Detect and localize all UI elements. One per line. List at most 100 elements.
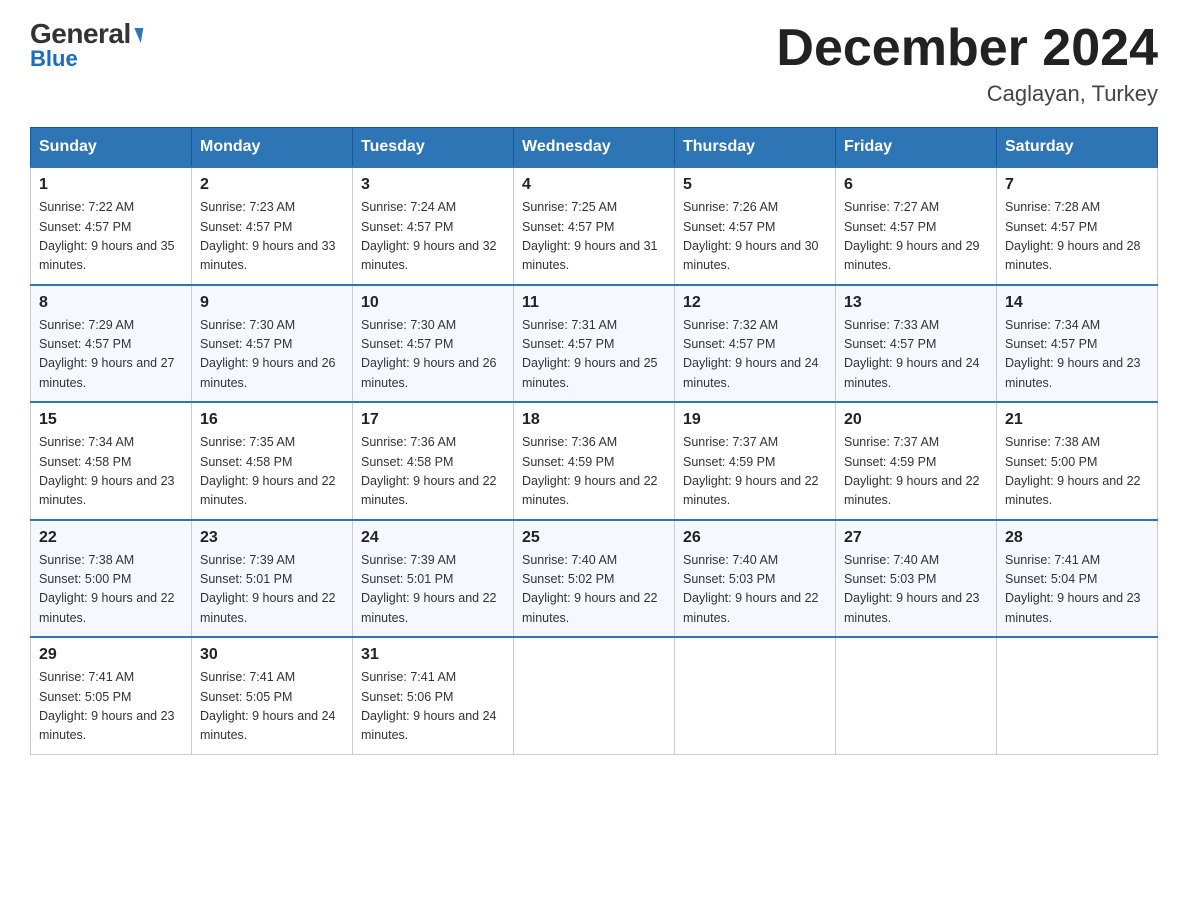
day-number: 12 bbox=[683, 294, 827, 312]
table-row: 10 Sunrise: 7:30 AMSunset: 4:57 PMDayligh… bbox=[353, 285, 514, 403]
location-text: Caglayan, Turkey bbox=[776, 81, 1158, 107]
logo-blue-text: Blue bbox=[30, 46, 78, 72]
col-tuesday: Tuesday bbox=[353, 128, 514, 168]
day-number: 22 bbox=[39, 529, 183, 547]
table-row: 3 Sunrise: 7:24 AMSunset: 4:57 PMDaylight… bbox=[353, 167, 514, 285]
calendar-week-2: 8Sunrise: 7:29 AMSunset: 4:57 PMDaylight… bbox=[31, 285, 1158, 403]
table-row: 11 Sunrise: 7:31 AMSunset: 4:57 PMDayligh… bbox=[514, 285, 675, 403]
day-number: 17 bbox=[361, 411, 505, 429]
table-row: 22 Sunrise: 7:38 AMSunset: 5:00 PMDayligh… bbox=[31, 520, 192, 638]
table-row: 2Sunrise: 7:23 AMSunset: 4:57 PMDaylight… bbox=[192, 167, 353, 285]
day-info: Sunrise: 7:34 AMSunset: 4:57 PMDaylight:… bbox=[1005, 316, 1149, 394]
table-row: 6Sunrise: 7:27 AMSunset: 4:57 PMDaylight… bbox=[836, 167, 997, 285]
day-number: 20 bbox=[844, 411, 988, 429]
day-number: 28 bbox=[1005, 529, 1149, 547]
day-info: Sunrise: 7:39 AMSunset: 5:01 PMDaylight:… bbox=[361, 551, 505, 629]
calendar-table: Sunday Monday Tuesday Wednesday Thursday… bbox=[30, 127, 1158, 755]
day-number: 19 bbox=[683, 411, 827, 429]
day-info: Sunrise: 7:41 AMSunset: 5:06 PMDaylight:… bbox=[361, 668, 505, 746]
day-info: Sunrise: 7:37 AMSunset: 4:59 PMDaylight:… bbox=[683, 433, 827, 511]
day-number: 31 bbox=[361, 646, 505, 664]
page-header: General Blue December 2024 Caglayan, Tur… bbox=[30, 20, 1158, 107]
table-row: 17 Sunrise: 7:36 AMSunset: 4:58 PMDayligh… bbox=[353, 402, 514, 520]
col-sunday: Sunday bbox=[31, 128, 192, 168]
table-row: 1 Sunrise: 7:22 AMSunset: 4:57 PMDaylight… bbox=[31, 167, 192, 285]
table-row: 30Sunrise: 7:41 AMSunset: 5:05 PMDayligh… bbox=[192, 637, 353, 754]
day-number: 21 bbox=[1005, 411, 1149, 429]
day-number: 26 bbox=[683, 529, 827, 547]
table-row bbox=[514, 637, 675, 754]
col-friday: Friday bbox=[836, 128, 997, 168]
day-info: Sunrise: 7:36 AMSunset: 4:59 PMDaylight:… bbox=[522, 433, 666, 511]
table-row: 27 Sunrise: 7:40 AMSunset: 5:03 PMDayligh… bbox=[836, 520, 997, 638]
table-row: 23 Sunrise: 7:39 AMSunset: 5:01 PMDayligh… bbox=[192, 520, 353, 638]
day-info: Sunrise: 7:36 AMSunset: 4:58 PMDaylight:… bbox=[361, 433, 505, 511]
day-info: Sunrise: 7:35 AMSunset: 4:58 PMDaylight:… bbox=[200, 433, 344, 511]
table-row: 5Sunrise: 7:26 AMSunset: 4:57 PMDaylight… bbox=[675, 167, 836, 285]
day-info: Sunrise: 7:40 AMSunset: 5:02 PMDaylight:… bbox=[522, 551, 666, 629]
table-row: 29 Sunrise: 7:41 AMSunset: 5:05 PMDayligh… bbox=[31, 637, 192, 754]
day-number: 23 bbox=[200, 529, 344, 547]
table-row: 16 Sunrise: 7:35 AMSunset: 4:58 PMDayligh… bbox=[192, 402, 353, 520]
col-wednesday: Wednesday bbox=[514, 128, 675, 168]
table-row bbox=[675, 637, 836, 754]
table-row: 25 Sunrise: 7:40 AMSunset: 5:02 PMDayligh… bbox=[514, 520, 675, 638]
day-number: 3 bbox=[361, 176, 505, 194]
logo: General Blue bbox=[30, 20, 142, 72]
day-number: 16 bbox=[200, 411, 344, 429]
table-row: 18 Sunrise: 7:36 AMSunset: 4:59 PMDayligh… bbox=[514, 402, 675, 520]
table-row: 26Sunrise: 7:40 AMSunset: 5:03 PMDayligh… bbox=[675, 520, 836, 638]
table-row: 28 Sunrise: 7:41 AMSunset: 5:04 PMDayligh… bbox=[997, 520, 1158, 638]
day-info: Sunrise: 7:30 AMSunset: 4:57 PMDaylight:… bbox=[200, 316, 344, 394]
table-row bbox=[997, 637, 1158, 754]
day-info: Sunrise: 7:28 AMSunset: 4:57 PMDaylight:… bbox=[1005, 198, 1149, 276]
table-row: 4 Sunrise: 7:25 AMSunset: 4:57 PMDaylight… bbox=[514, 167, 675, 285]
table-row: 13Sunrise: 7:33 AMSunset: 4:57 PMDayligh… bbox=[836, 285, 997, 403]
logo-general-text: General bbox=[30, 20, 142, 48]
table-row: 14 Sunrise: 7:34 AMSunset: 4:57 PMDayligh… bbox=[997, 285, 1158, 403]
table-row: 7 Sunrise: 7:28 AMSunset: 4:57 PMDaylight… bbox=[997, 167, 1158, 285]
day-info: Sunrise: 7:22 AMSunset: 4:57 PMDaylight:… bbox=[39, 198, 183, 276]
table-row: 12 Sunrise: 7:32 AMSunset: 4:57 PMDayligh… bbox=[675, 285, 836, 403]
day-number: 8 bbox=[39, 294, 183, 312]
calendar-week-5: 29 Sunrise: 7:41 AMSunset: 5:05 PMDayligh… bbox=[31, 637, 1158, 754]
day-number: 18 bbox=[522, 411, 666, 429]
day-info: Sunrise: 7:41 AMSunset: 5:05 PMDaylight:… bbox=[39, 668, 183, 746]
day-number: 7 bbox=[1005, 176, 1149, 194]
day-number: 25 bbox=[522, 529, 666, 547]
day-info: Sunrise: 7:41 AMSunset: 5:04 PMDaylight:… bbox=[1005, 551, 1149, 629]
day-info: Sunrise: 7:24 AMSunset: 4:57 PMDaylight:… bbox=[361, 198, 505, 276]
day-number: 29 bbox=[39, 646, 183, 664]
title-block: December 2024 Caglayan, Turkey bbox=[776, 20, 1158, 107]
calendar-week-4: 22 Sunrise: 7:38 AMSunset: 5:00 PMDayligh… bbox=[31, 520, 1158, 638]
col-thursday: Thursday bbox=[675, 128, 836, 168]
table-row: 24Sunrise: 7:39 AMSunset: 5:01 PMDayligh… bbox=[353, 520, 514, 638]
day-info: Sunrise: 7:23 AMSunset: 4:57 PMDaylight:… bbox=[200, 198, 344, 276]
day-number: 27 bbox=[844, 529, 988, 547]
day-info: Sunrise: 7:30 AMSunset: 4:57 PMDaylight:… bbox=[361, 316, 505, 394]
table-row: 20 Sunrise: 7:37 AMSunset: 4:59 PMDayligh… bbox=[836, 402, 997, 520]
calendar-week-1: 1 Sunrise: 7:22 AMSunset: 4:57 PMDaylight… bbox=[31, 167, 1158, 285]
day-info: Sunrise: 7:37 AMSunset: 4:59 PMDaylight:… bbox=[844, 433, 988, 511]
table-row: 8Sunrise: 7:29 AMSunset: 4:57 PMDaylight… bbox=[31, 285, 192, 403]
calendar-week-3: 15Sunrise: 7:34 AMSunset: 4:58 PMDayligh… bbox=[31, 402, 1158, 520]
day-info: Sunrise: 7:32 AMSunset: 4:57 PMDaylight:… bbox=[683, 316, 827, 394]
day-number: 5 bbox=[683, 176, 827, 194]
day-number: 9 bbox=[200, 294, 344, 312]
day-number: 1 bbox=[39, 176, 183, 194]
day-info: Sunrise: 7:38 AMSunset: 5:00 PMDaylight:… bbox=[39, 551, 183, 629]
col-saturday: Saturday bbox=[997, 128, 1158, 168]
day-info: Sunrise: 7:39 AMSunset: 5:01 PMDaylight:… bbox=[200, 551, 344, 629]
day-number: 13 bbox=[844, 294, 988, 312]
day-info: Sunrise: 7:25 AMSunset: 4:57 PMDaylight:… bbox=[522, 198, 666, 276]
day-number: 11 bbox=[522, 294, 666, 312]
day-info: Sunrise: 7:40 AMSunset: 5:03 PMDaylight:… bbox=[844, 551, 988, 629]
day-number: 4 bbox=[522, 176, 666, 194]
day-number: 10 bbox=[361, 294, 505, 312]
table-row: 15Sunrise: 7:34 AMSunset: 4:58 PMDayligh… bbox=[31, 402, 192, 520]
day-number: 6 bbox=[844, 176, 988, 194]
day-number: 14 bbox=[1005, 294, 1149, 312]
day-number: 15 bbox=[39, 411, 183, 429]
day-info: Sunrise: 7:38 AMSunset: 5:00 PMDaylight:… bbox=[1005, 433, 1149, 511]
day-info: Sunrise: 7:31 AMSunset: 4:57 PMDaylight:… bbox=[522, 316, 666, 394]
